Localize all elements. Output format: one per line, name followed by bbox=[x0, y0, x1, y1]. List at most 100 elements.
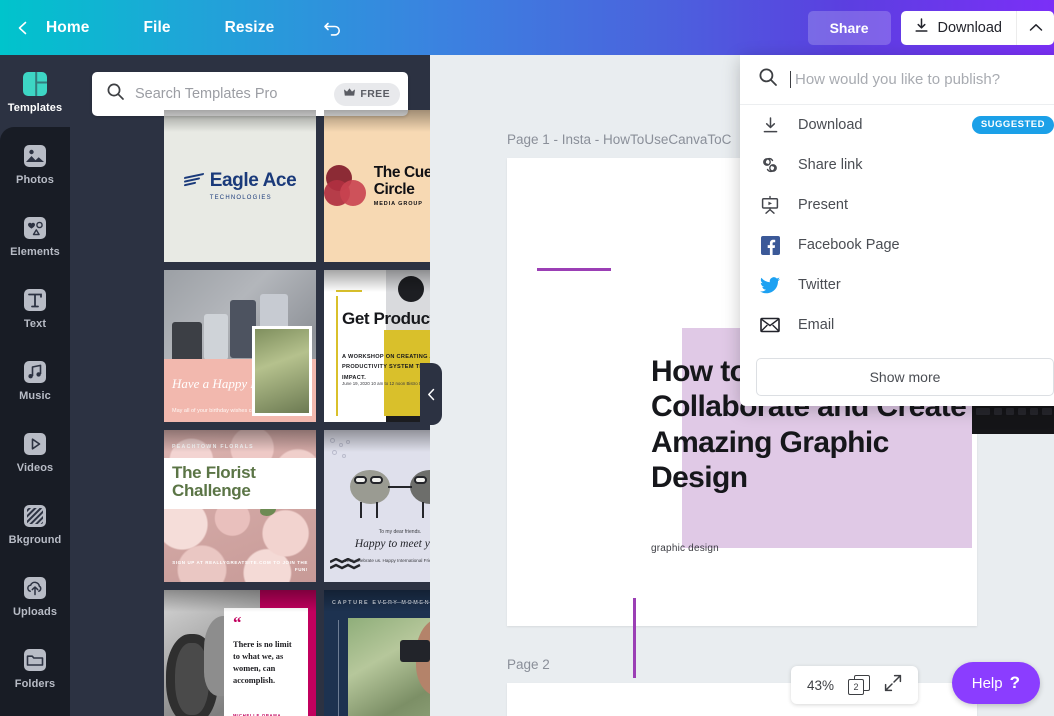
expand-icon[interactable] bbox=[884, 674, 902, 697]
card-shade bbox=[324, 270, 430, 292]
publish-item-email[interactable]: Email bbox=[740, 305, 1054, 345]
collapse-panel-button[interactable] bbox=[420, 363, 442, 425]
publish-item-facebook[interactable]: Facebook Page bbox=[740, 225, 1054, 265]
zoom-level[interactable]: 43% bbox=[807, 678, 834, 693]
chevron-up-icon[interactable] bbox=[1016, 10, 1054, 45]
template-card[interactable]: “ There is no limit to what we, as women… bbox=[164, 590, 316, 716]
search-icon bbox=[758, 67, 778, 92]
search-icon bbox=[106, 82, 125, 106]
publish-item-present[interactable]: Present bbox=[740, 185, 1054, 225]
share-button[interactable]: Share bbox=[807, 10, 891, 45]
text-icon bbox=[20, 285, 50, 315]
template-title: Eagle Ace bbox=[209, 170, 297, 192]
template-card[interactable]: Get Productive! A WORKSHOP ON CREATING A… bbox=[324, 270, 430, 422]
download-icon bbox=[758, 113, 782, 137]
publish-item-label: Present bbox=[798, 197, 848, 213]
template-card[interactable]: Have a Happy Birthday! May all of your b… bbox=[164, 270, 316, 422]
publish-search-input[interactable] bbox=[790, 71, 1054, 88]
pages-icon[interactable]: 2 bbox=[848, 675, 870, 695]
sidebar-item-uploads[interactable]: Uploads bbox=[0, 559, 70, 631]
template-date: June 19, 2020 10 am to 12 noon Bistro th… bbox=[342, 381, 430, 386]
wing-icon bbox=[183, 172, 204, 189]
sidebar-item-text[interactable]: Text bbox=[0, 271, 70, 343]
home-nav-group: Home File Resize bbox=[12, 13, 346, 43]
template-quote-card: “ There is no limit to what we, as women… bbox=[224, 608, 308, 716]
template-subtitle: To my dear friends. bbox=[378, 529, 422, 535]
nav-resize[interactable]: Resize bbox=[221, 13, 279, 43]
template-card[interactable]: PEACHTOWN FLORALS The Florist Challenge … bbox=[164, 430, 316, 582]
crown-icon bbox=[344, 88, 356, 100]
publish-item-label: Twitter bbox=[798, 277, 841, 293]
sidebar-item-templates[interactable]: Templates bbox=[0, 55, 70, 127]
download-icon bbox=[913, 17, 930, 38]
sidebar-item-videos[interactable]: Videos bbox=[0, 415, 70, 487]
template-card[interactable]: Eagle Ace TECHNOLOGIES bbox=[164, 110, 316, 262]
template-card[interactable]: The Cue Circle MEDIA GROUP bbox=[324, 110, 430, 262]
help-button[interactable]: Help ? bbox=[951, 662, 1040, 704]
free-badge[interactable]: FREE bbox=[334, 82, 400, 106]
sidebar-label: Elements bbox=[10, 245, 60, 258]
elements-icon bbox=[20, 213, 50, 243]
publish-item-download[interactable]: Download SUGGESTED bbox=[740, 105, 1054, 145]
publish-dropdown: Download SUGGESTED Share link bbox=[740, 55, 1054, 406]
template-inset-photo bbox=[252, 326, 312, 416]
template-card[interactable]: CAPTURE EVERY MOMENT bbox=[324, 590, 430, 716]
template-rule bbox=[336, 296, 338, 416]
template-logo-lockup: Eagle Ace TECHNOLOGIES bbox=[183, 170, 297, 201]
sidebar-label: Templates bbox=[7, 101, 63, 114]
page-1-label: Page 1 - Insta - HowToUseCanvaToC bbox=[507, 132, 732, 147]
template-footer: SIGN UP AT REALLYGREATSITE.COM TO JOIN T… bbox=[172, 559, 308, 573]
sidebar-item-bkground[interactable]: Bkground bbox=[0, 487, 70, 559]
stone-shape bbox=[350, 470, 390, 504]
download-button[interactable]: Download bbox=[900, 10, 1016, 45]
publish-item-twitter[interactable]: Twitter bbox=[740, 265, 1054, 305]
nav-home[interactable]: Home bbox=[42, 13, 93, 43]
nav-file[interactable]: File bbox=[139, 13, 174, 43]
search-input[interactable] bbox=[135, 86, 335, 102]
template-card[interactable]: To my dear friends. Happy to meet you! L… bbox=[324, 430, 430, 582]
publish-item-label: Download bbox=[798, 117, 863, 133]
sidebar-item-elements[interactable]: Elements bbox=[0, 199, 70, 271]
publish-item-label: Email bbox=[798, 317, 835, 333]
email-icon bbox=[758, 313, 782, 337]
template-title: Happy to meet you! bbox=[354, 538, 430, 550]
design-subline[interactable]: graphic design bbox=[651, 543, 719, 554]
template-footer: Let's celebrate us. Happy International … bbox=[344, 558, 430, 563]
templates-icon bbox=[20, 69, 50, 99]
publish-item-label: Share link bbox=[798, 157, 863, 173]
card-shade bbox=[164, 110, 316, 132]
free-badge-label: FREE bbox=[360, 88, 390, 100]
link-icon bbox=[758, 153, 782, 177]
card-shade bbox=[164, 430, 316, 452]
templates-panel: FREE Eagle Ace TECHNOLOGIES bbox=[70, 55, 430, 716]
card-shade bbox=[324, 110, 430, 132]
template-title: There is no limit to what we, as women, … bbox=[233, 639, 292, 686]
canva-editor-window: Home File Resize Share Download Template… bbox=[0, 0, 1054, 716]
quote-mark-icon: “ bbox=[233, 613, 242, 632]
accent-line-top bbox=[537, 268, 611, 271]
template-subtitle: A WORKSHOP ON CREATING A PRODUCTIVITY SY… bbox=[342, 354, 430, 381]
publish-item-share-link[interactable]: Share link bbox=[740, 145, 1054, 185]
sidebar-item-music[interactable]: Music bbox=[0, 343, 70, 415]
sidebar-label: Videos bbox=[16, 461, 54, 474]
sidebar-item-photos[interactable]: Photos bbox=[0, 127, 70, 199]
present-icon bbox=[758, 193, 782, 217]
template-title: The Cue Circle bbox=[373, 163, 430, 198]
sidebar-label: Photos bbox=[16, 173, 54, 186]
chevron-left-icon[interactable] bbox=[12, 17, 34, 39]
undo-icon[interactable] bbox=[320, 15, 346, 41]
facebook-icon bbox=[758, 233, 782, 257]
sidebar-label: Music bbox=[19, 389, 51, 402]
template-title: The Florist Challenge bbox=[172, 463, 256, 501]
card-shade bbox=[164, 590, 316, 612]
template-rule bbox=[338, 620, 339, 716]
sidebar-item-folders[interactable]: Folders bbox=[0, 631, 70, 703]
sidebar-label: Uploads bbox=[12, 605, 58, 618]
background-icon bbox=[20, 501, 50, 531]
publish-search-row[interactable] bbox=[740, 55, 1054, 105]
photos-icon bbox=[20, 141, 50, 171]
folders-icon bbox=[20, 645, 50, 675]
publish-item-label: Facebook Page bbox=[798, 237, 900, 253]
show-more-button[interactable]: Show more bbox=[756, 358, 1054, 396]
template-subtitle: TECHNOLOGIES bbox=[209, 194, 272, 201]
